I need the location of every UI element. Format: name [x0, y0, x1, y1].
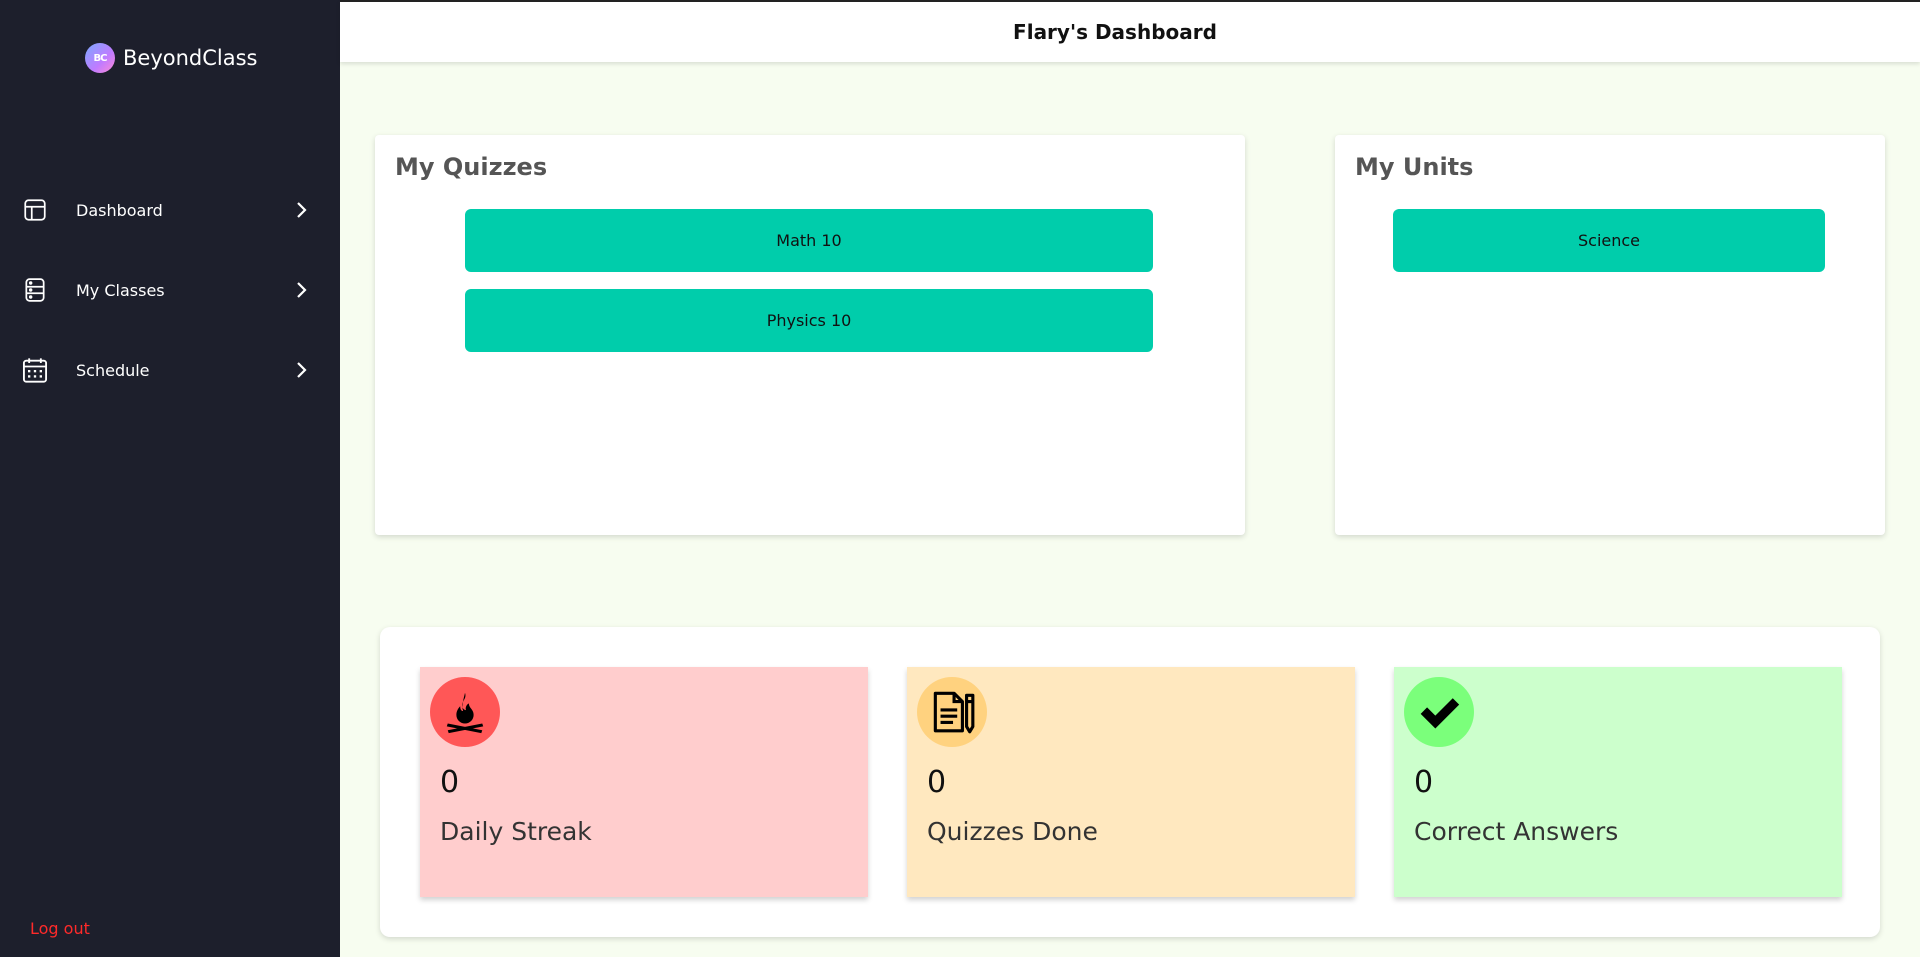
sidebar: BC BeyondClass Dashboard My Classes Sche… [0, 0, 340, 957]
stat-value: 0 [927, 765, 947, 800]
document-pencil-icon [917, 677, 987, 747]
chevron-right-icon [290, 201, 312, 219]
stat-label: Daily Streak [440, 817, 592, 846]
my-units-title: My Units [1355, 153, 1474, 181]
sidebar-item-label: Dashboard [76, 200, 163, 220]
my-units-card: My Units Science [1335, 135, 1885, 535]
page-header: Flary's Dashboard [340, 0, 1920, 62]
checkmark-icon [1404, 677, 1474, 747]
sidebar-item-dashboard[interactable]: Dashboard [0, 170, 340, 250]
server-icon [20, 275, 50, 305]
sidebar-item-label: My Classes [76, 280, 165, 300]
quiz-button-math-10[interactable]: Math 10 [465, 209, 1153, 272]
layout-icon [20, 195, 50, 225]
brand[interactable]: BC BeyondClass [85, 42, 258, 74]
stat-correct-answers: 0 Correct Answers [1394, 667, 1842, 897]
brand-logo-text: BC [93, 52, 108, 64]
my-quizzes-card: My Quizzes Math 10 Physics 10 [375, 135, 1245, 535]
stat-daily-streak: 0 Daily Streak [420, 667, 868, 897]
chevron-right-icon [290, 361, 312, 379]
stat-value: 0 [1414, 765, 1434, 800]
sidebar-item-label: Schedule [76, 360, 150, 380]
campfire-icon [430, 677, 500, 747]
brand-logo-icon: BC [85, 43, 115, 73]
stat-quizzes-done: 0 Quizzes Done [907, 667, 1355, 897]
brand-name: BeyondClass [123, 46, 258, 70]
stats-panel: 0 Daily Streak 0 Quizzes Done 0 Correct … [380, 627, 1880, 937]
sidebar-nav: Dashboard My Classes Schedule [0, 170, 340, 410]
logout-link[interactable]: Log out [30, 919, 90, 938]
unit-button-science[interactable]: Science [1393, 209, 1825, 272]
stat-value: 0 [440, 765, 460, 800]
sidebar-item-my-classes[interactable]: My Classes [0, 250, 340, 330]
my-quizzes-title: My Quizzes [395, 153, 548, 181]
page-title: Flary's Dashboard [1013, 20, 1217, 44]
chevron-right-icon [290, 281, 312, 299]
stat-label: Quizzes Done [927, 817, 1098, 846]
stat-label: Correct Answers [1414, 817, 1619, 846]
calendar-icon [20, 355, 50, 385]
sidebar-item-schedule[interactable]: Schedule [0, 330, 340, 410]
quiz-button-physics-10[interactable]: Physics 10 [465, 289, 1153, 352]
